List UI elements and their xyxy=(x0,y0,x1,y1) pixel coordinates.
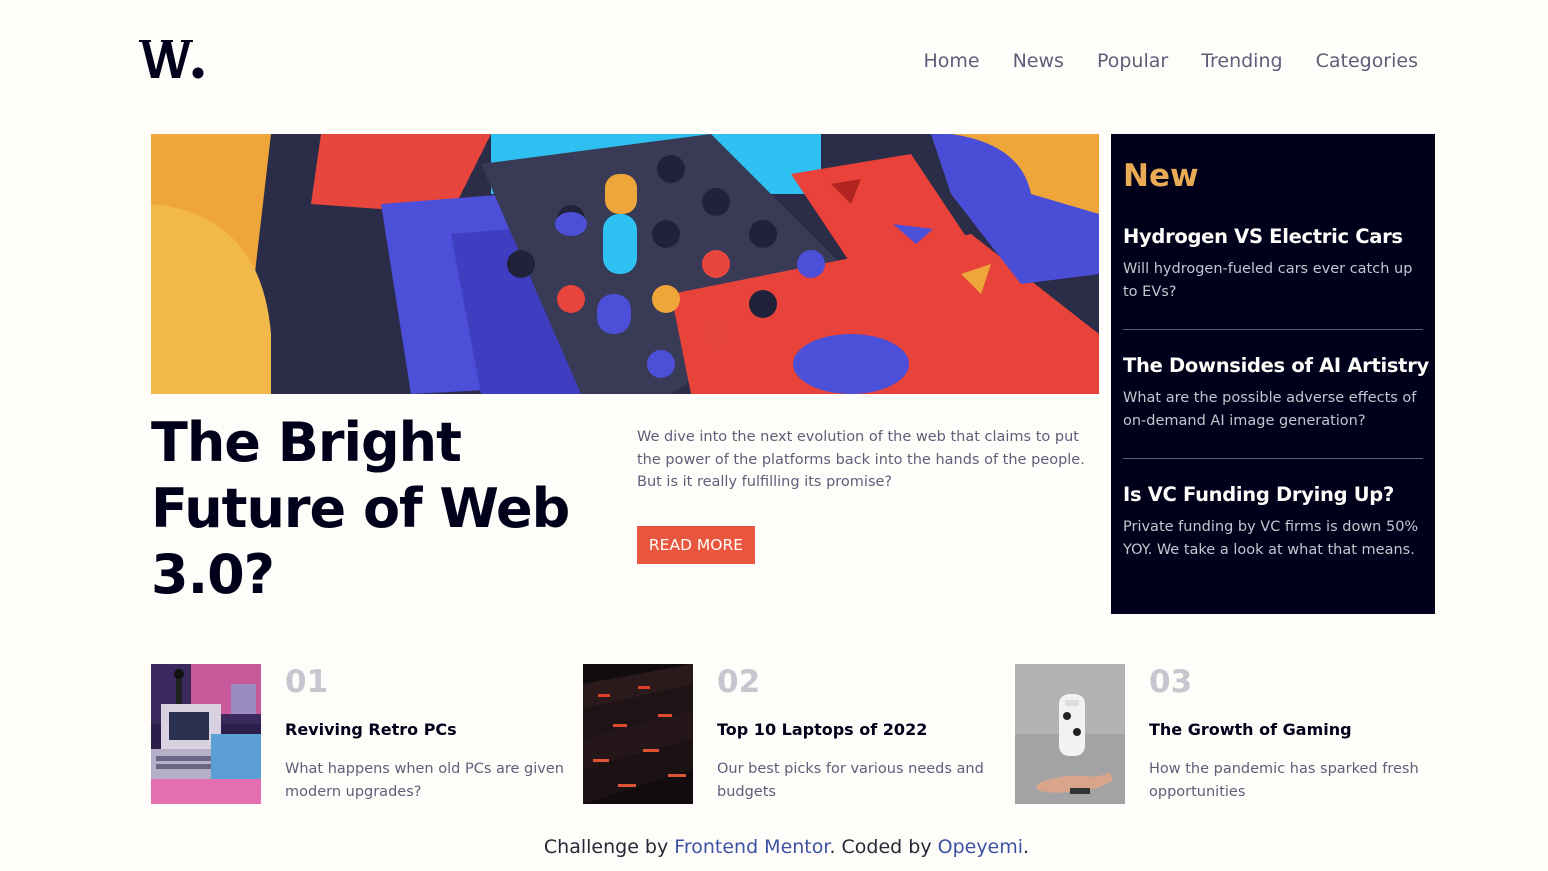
new-article-title[interactable]: The Downsides of AI Artistry xyxy=(1123,354,1429,377)
new-article-description: Will hydrogen-fueled cars ever catch up … xyxy=(1123,261,1413,300)
hero-description: We dive into the next evolution of the w… xyxy=(637,429,1085,490)
card-number: 02 xyxy=(717,664,761,700)
new-articles-panel: New Hydrogen VS Electric Cars Will hydro… xyxy=(1111,134,1435,614)
footer-suffix: . xyxy=(1023,836,1030,858)
hero-title: The Bright Future of Web 3.0? xyxy=(151,411,570,606)
card-description: How the pandemic has sparked fresh oppor… xyxy=(1149,761,1419,800)
author-link[interactable]: Opeyemi xyxy=(938,836,1023,858)
new-heading: New xyxy=(1123,158,1199,194)
card-number: 01 xyxy=(285,664,329,700)
footer-prefix: Challenge by xyxy=(543,836,675,858)
gaming-image xyxy=(1015,664,1125,804)
new-article-item: Is VC Funding Drying Up? Private funding… xyxy=(1123,483,1423,587)
logo[interactable] xyxy=(139,36,207,82)
nav-trending-link[interactable]: Trending xyxy=(1201,50,1282,72)
new-article-item: Hydrogen VS Electric Cars Will hydrogen-… xyxy=(1123,225,1423,330)
card-title[interactable]: Top 10 Laptops of 2022 xyxy=(717,720,927,739)
nav-categories-link[interactable]: Categories xyxy=(1316,50,1418,72)
article-card: 02 Top 10 Laptops of 2022 Our best picks… xyxy=(583,664,1003,804)
hero-image xyxy=(151,134,1099,394)
attribution-footer: Challenge by Frontend Mentor. Coded by O… xyxy=(0,836,1548,858)
card-title[interactable]: The Growth of Gaming xyxy=(1149,720,1352,739)
new-article-title[interactable]: Hydrogen VS Electric Cars xyxy=(1123,225,1423,248)
laptops-image xyxy=(583,664,693,804)
card-number: 03 xyxy=(1149,664,1193,700)
article-card: 03 The Growth of Gaming How the pandemic… xyxy=(1015,664,1435,804)
new-article-description: What are the possible adverse effects of… xyxy=(1123,390,1417,429)
new-article-description: Private funding by VC firms is down 50% … xyxy=(1123,519,1419,558)
nav-home-link[interactable]: Home xyxy=(923,50,979,72)
new-article-title[interactable]: Is VC Funding Drying Up? xyxy=(1123,483,1423,506)
retro-pcs-image xyxy=(151,664,261,804)
read-more-button[interactable]: READ MORE xyxy=(637,526,755,564)
footer-middle: . Coded by xyxy=(829,836,938,858)
card-description: What happens when old PCs are given mode… xyxy=(285,761,564,800)
article-card: 01 Reviving Retro PCs What happens when … xyxy=(151,664,571,804)
card-title[interactable]: Reviving Retro PCs xyxy=(285,720,457,739)
frontend-mentor-link[interactable]: Frontend Mentor xyxy=(674,836,829,858)
new-article-item: The Downsides of AI Artistry What are th… xyxy=(1123,354,1429,459)
nav-popular-link[interactable]: Popular xyxy=(1097,50,1168,72)
main-nav: Home News Popular Trending Categories xyxy=(923,50,1418,72)
card-description: Our best picks for various needs and bud… xyxy=(717,761,984,800)
nav-news-link[interactable]: News xyxy=(1013,50,1064,72)
